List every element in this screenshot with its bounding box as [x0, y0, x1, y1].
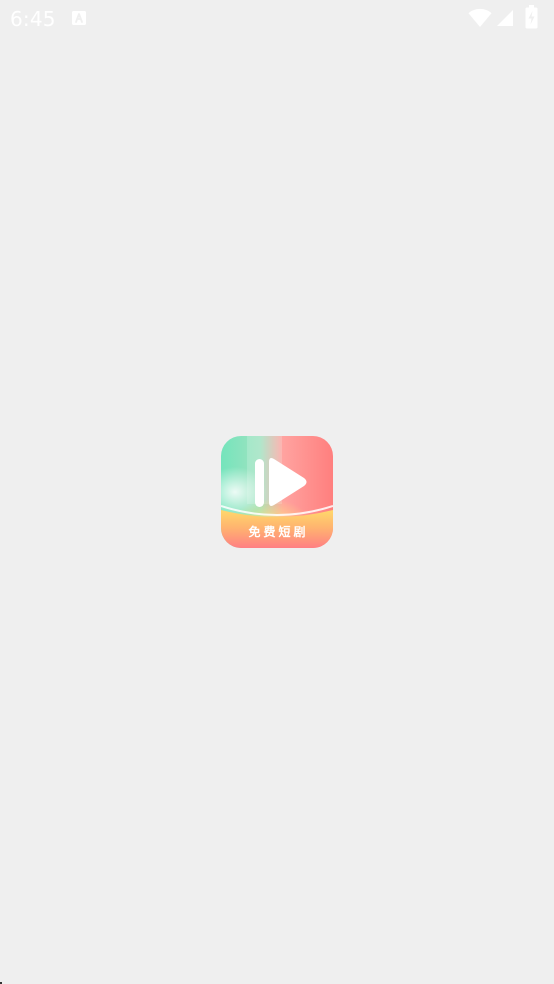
logo-caption: 免费短剧	[248, 525, 309, 539]
a-letter-icon	[72, 11, 86, 25]
cell-signal-icon	[497, 10, 513, 26]
app-logo: 免费短剧	[221, 436, 333, 548]
wifi-icon	[468, 8, 492, 28]
splash-screen: 6:45 免费短剧	[0, 0, 554, 984]
battery-charging-icon	[525, 5, 538, 29]
status-bar: 6:45	[0, 0, 554, 38]
status-time: 6:45	[10, 7, 56, 31]
status-icons	[468, 5, 546, 30]
